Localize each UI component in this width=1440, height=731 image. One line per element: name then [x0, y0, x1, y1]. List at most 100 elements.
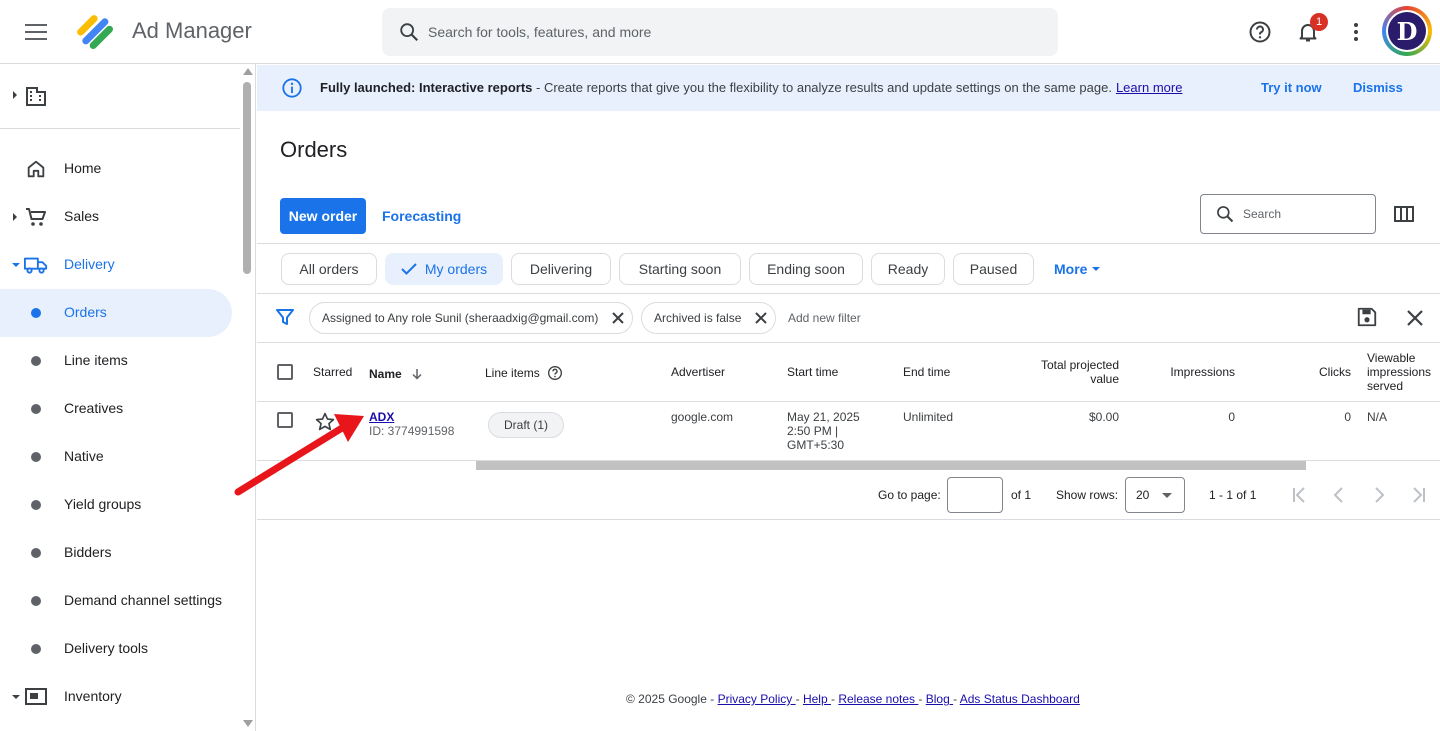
help-button[interactable]	[1240, 12, 1280, 52]
more-vert-icon	[1354, 23, 1358, 41]
bullet-icon	[31, 596, 41, 606]
end-time-cell: Unlimited	[903, 410, 954, 424]
close-icon[interactable]	[1404, 307, 1426, 329]
sidebar-item-bidders[interactable]: Bidders	[0, 529, 232, 577]
filter-chip-archived[interactable]: Archived is false	[641, 302, 776, 334]
scroll-down-arrow-icon[interactable]	[243, 720, 253, 727]
close-icon[interactable]	[610, 310, 626, 326]
advertiser-cell: google.com	[671, 410, 734, 424]
column-header-impressions[interactable]: Impressions	[1140, 365, 1235, 379]
first-page-icon	[1293, 487, 1305, 503]
filter-chip-assigned[interactable]: Assigned to Any role Sunil (sheraadxig@g…	[309, 302, 633, 334]
search-icon	[398, 21, 420, 43]
column-header-clicks[interactable]: Clicks	[1270, 365, 1351, 379]
sidebar-item-yield-groups[interactable]: Yield groups	[0, 481, 232, 529]
tab-my-orders[interactable]: My orders	[385, 253, 503, 285]
column-header-end-time[interactable]: End time	[903, 365, 950, 379]
sidebar-item-home[interactable]: Home	[0, 145, 232, 193]
tab-delivering[interactable]: Delivering	[511, 253, 611, 285]
sidebar-item-demand-channel-settings[interactable]: Demand channel settings	[0, 577, 232, 625]
column-picker-button[interactable]	[1392, 202, 1416, 226]
more-tabs-button[interactable]: More	[1054, 261, 1101, 277]
sidebar-item-creatives[interactable]: Creatives	[0, 385, 232, 433]
bullet-icon	[31, 644, 41, 654]
sidebar-item-orders[interactable]: Orders	[0, 289, 232, 337]
ad-manager-logo-icon	[77, 15, 113, 49]
learn-more-link[interactable]: Learn more	[1116, 80, 1182, 95]
scroll-up-arrow-icon[interactable]	[243, 68, 253, 75]
release-notes-link[interactable]: Release notes	[838, 692, 918, 706]
column-header-advertiser[interactable]: Advertiser	[671, 365, 725, 379]
close-icon[interactable]	[753, 310, 769, 326]
help-link[interactable]: Help	[803, 692, 831, 706]
privacy-policy-link[interactable]: Privacy Policy	[718, 692, 796, 706]
forecasting-button[interactable]: Forecasting	[382, 208, 461, 224]
dropdown-arrow-icon	[1162, 493, 1172, 498]
select-all-checkbox[interactable]	[277, 364, 293, 380]
home-icon	[24, 157, 48, 181]
avatar[interactable]: D	[1382, 6, 1432, 56]
column-header-start-time[interactable]: Start time	[787, 365, 838, 379]
previous-page-button[interactable]	[1326, 482, 1352, 508]
sidebar-item-line-items[interactable]: Line items	[0, 337, 232, 385]
sidebar-item-inventory[interactable]: Inventory	[0, 673, 232, 721]
last-page-button[interactable]	[1406, 482, 1432, 508]
filter-icon[interactable]	[275, 307, 295, 327]
sidebar-item-label: Bidders	[64, 544, 112, 560]
add-filter-button[interactable]: Add new filter	[788, 311, 861, 325]
horizontal-scrollbar[interactable]	[476, 461, 1306, 470]
sidebar-item-label: Creatives	[64, 400, 124, 416]
global-search[interactable]	[382, 8, 1058, 56]
main-menu-button[interactable]	[16, 12, 56, 52]
line-items-status-chip[interactable]: Draft (1)	[488, 412, 564, 438]
order-name-link[interactable]: ADX	[369, 410, 394, 424]
global-search-input[interactable]	[428, 24, 1028, 40]
tab-ready[interactable]: Ready	[871, 253, 945, 285]
rows-per-page-select[interactable]: 20	[1125, 477, 1185, 513]
new-order-button[interactable]: New order	[280, 198, 366, 234]
sidebar-item-label: Delivery	[64, 256, 115, 272]
page-number-input[interactable]	[947, 477, 1003, 513]
sidebar-scrollbar[interactable]	[240, 64, 254, 731]
save-icon[interactable]	[1356, 306, 1378, 328]
sidebar-item-native[interactable]: Native	[0, 433, 232, 481]
blog-link[interactable]: Blog	[926, 692, 953, 706]
hamburger-icon	[25, 24, 47, 40]
page-count-label: of 1	[1011, 488, 1032, 502]
column-header-line-items[interactable]: Line items	[485, 365, 563, 381]
notifications-button[interactable]: 1	[1288, 12, 1328, 52]
help-icon[interactable]	[547, 365, 563, 381]
tab-starting-soon[interactable]: Starting soon	[619, 253, 741, 285]
network-selector[interactable]	[0, 78, 240, 114]
help-icon	[1249, 21, 1271, 43]
try-it-now-button[interactable]: Try it now	[1261, 80, 1322, 95]
sidebar-item-delivery[interactable]: Delivery	[0, 241, 232, 289]
tab-paused[interactable]: Paused	[953, 253, 1034, 285]
order-name[interactable]: ADX	[369, 410, 394, 424]
more-options-button[interactable]	[1336, 12, 1376, 52]
bullet-icon	[31, 452, 41, 462]
sidebar-item-delivery-tools[interactable]: Delivery tools	[0, 625, 232, 673]
column-header-total-projected-value[interactable]: Total projected value	[1000, 358, 1119, 386]
divider	[257, 519, 1440, 520]
table-search[interactable]	[1200, 194, 1376, 234]
first-page-button[interactable]	[1286, 482, 1312, 508]
next-page-button[interactable]	[1366, 482, 1392, 508]
scrollbar-thumb[interactable]	[243, 82, 251, 274]
page-range: 1 - 1 of 1	[1209, 488, 1257, 502]
column-header-name[interactable]: Name	[369, 367, 423, 381]
total-value-cell: $0.00	[1088, 410, 1119, 424]
caret-right-icon	[13, 213, 17, 221]
caret-down-icon	[1092, 267, 1101, 271]
start-time: 2:50 PM |	[787, 424, 839, 438]
sidebar-item-sales[interactable]: Sales	[0, 193, 232, 241]
footer-separator: -	[918, 692, 926, 706]
ads-status-dashboard-link[interactable]: Ads Status Dashboard	[960, 692, 1080, 706]
tab-all-orders[interactable]: All orders	[281, 253, 377, 285]
dismiss-button[interactable]: Dismiss	[1353, 80, 1403, 95]
table-search-input[interactable]	[1243, 207, 1363, 221]
column-header-starred[interactable]: Starred	[313, 365, 352, 379]
tab-ending-soon[interactable]: Ending soon	[749, 253, 863, 285]
arrow-down-icon	[412, 369, 422, 380]
column-header-viewable-impressions[interactable]: Viewable impressions served	[1367, 351, 1431, 393]
